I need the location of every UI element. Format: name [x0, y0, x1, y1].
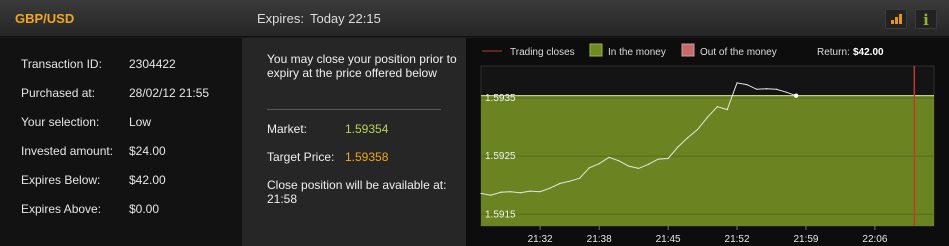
price-point — [726, 109, 728, 111]
x-tick-label: 21:38 — [587, 234, 612, 245]
x-tick-label: 21:52 — [725, 234, 750, 245]
market-label: Market: — [267, 122, 308, 136]
price-point — [529, 190, 531, 192]
market-value: 1.59354 — [345, 122, 389, 136]
price-point — [598, 163, 600, 165]
detail-value: $24.00 — [129, 144, 166, 158]
expires-value: Today 22:15 — [309, 11, 381, 26]
detail-value: 2304422 — [129, 57, 176, 71]
detail-label: Expires Below: — [21, 173, 101, 187]
close-position-message: You may close your position prior to exp… — [267, 52, 457, 80]
price-point — [549, 187, 551, 189]
price-point — [588, 167, 590, 169]
price-point — [509, 191, 512, 193]
detail-label: Transaction ID: — [21, 57, 102, 71]
signal-bars-icon[interactable] — [885, 9, 907, 29]
price-point — [706, 116, 709, 118]
price-point — [490, 194, 492, 196]
x-tick-label: 21:45 — [656, 234, 681, 245]
price-point — [628, 165, 630, 167]
price-point — [716, 106, 718, 108]
detail-row: Expires Below: $42.00 — [21, 173, 166, 187]
detail-row: Expires Above: $0.00 — [21, 202, 159, 216]
signal-bar — [899, 14, 902, 24]
legend-in-the-money: In the money — [608, 47, 666, 58]
price-point — [657, 158, 659, 160]
price-point — [578, 177, 581, 179]
target-price-label: Target Price: — [267, 150, 335, 164]
chart-legend: Trading closes In the money Out of the m… — [482, 43, 884, 58]
price-point — [736, 82, 738, 84]
currency-pair-title: GBP/USD — [15, 11, 75, 26]
divider — [267, 109, 441, 110]
signal-bar — [891, 20, 894, 24]
price-point — [677, 146, 679, 148]
detail-label: Your selection: — [21, 115, 100, 129]
expires-label: Expires: — [257, 11, 304, 26]
price-point — [608, 156, 610, 158]
x-tick-label: 22:06 — [862, 234, 887, 245]
price-point — [697, 128, 699, 131]
price-point — [775, 88, 778, 90]
price-point — [559, 182, 561, 185]
transaction-details-panel: Transaction ID: 2304422 Purchased at: 28… — [0, 38, 242, 246]
detail-label: Purchased at: — [21, 86, 96, 100]
legend-trading-closes: Trading closes — [510, 47, 575, 58]
price-chart-panel: Trading closes In the money Out of the m… — [466, 38, 949, 246]
target-price-value: 1.59358 — [345, 150, 389, 164]
y-tick-label: 1.5935 — [485, 93, 516, 104]
x-tick-label: 21:59 — [793, 234, 818, 245]
detail-row: Transaction ID: 2304422 — [21, 57, 176, 71]
detail-label: Expires Above: — [21, 202, 102, 216]
detail-value: $42.00 — [129, 173, 166, 187]
detail-value: $0.00 — [129, 202, 160, 216]
price-point — [500, 191, 502, 193]
legend-out-of-the-money: Out of the money — [700, 47, 777, 58]
return-value: $42.00 — [853, 47, 884, 58]
detail-value: Low — [129, 115, 152, 129]
top-bar: GBP/USD Expires: Today 22:15 i — [0, 0, 949, 37]
in-the-money-swatch — [589, 43, 603, 57]
price-point — [519, 192, 521, 194]
in-the-money-region — [481, 95, 934, 226]
target-price-row: Target Price: 1.59358 — [267, 150, 388, 164]
price-point — [480, 192, 482, 195]
price-point — [569, 180, 571, 182]
signal-bar — [895, 17, 898, 24]
price-point — [687, 136, 689, 139]
y-tick-label: 1.5925 — [485, 151, 516, 162]
out-of-the-money-swatch — [681, 43, 695, 57]
x-tick-label: 21:32 — [528, 234, 553, 245]
y-tick-label: 1.5915 — [485, 209, 516, 220]
detail-row: Purchased at: 28/02/12 21:55 — [21, 86, 209, 100]
expiry-info: Expires: Today 22:15 — [257, 11, 381, 26]
market-row: Market: 1.59354 — [267, 122, 388, 136]
detail-row: Invested amount: $24.00 — [21, 144, 166, 158]
price-point — [746, 84, 748, 86]
price-point — [618, 160, 620, 162]
price-point — [756, 88, 758, 90]
price-point — [647, 163, 650, 165]
info-icon[interactable]: i — [915, 9, 937, 29]
close-position-panel: You may close your position prior to exp… — [242, 38, 466, 246]
return-label: Return: — [817, 47, 850, 58]
price-point — [667, 157, 669, 160]
price-point — [539, 191, 541, 193]
detail-label: Invested amount: — [21, 144, 114, 158]
detail-row: Your selection: Low — [21, 115, 151, 129]
price-point — [637, 167, 640, 169]
price-chart: Trading closes In the money Out of the m… — [480, 43, 935, 245]
detail-value: 28/02/12 21:55 — [129, 86, 210, 100]
price-point — [765, 88, 768, 90]
current-price-marker — [793, 93, 799, 98]
close-availability-note: Close position will be available at: 21:… — [267, 178, 447, 206]
price-point — [785, 91, 787, 93]
